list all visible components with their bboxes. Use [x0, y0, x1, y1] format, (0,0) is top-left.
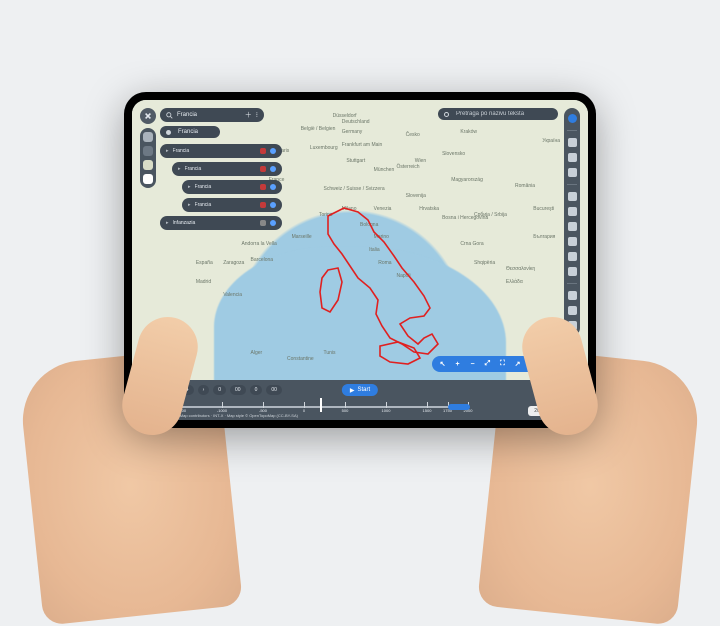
timeline-selected-range[interactable] [448, 404, 471, 410]
search-more-icon[interactable]: ⁝ [256, 111, 258, 119]
basemap-option-3[interactable] [143, 160, 153, 170]
marker-icon[interactable] [568, 237, 577, 246]
plus-icon[interactable] [568, 138, 577, 147]
play-label: Start [357, 387, 370, 393]
app-screen: DeutschlandGermanyBelgië / BelgienLuxemb… [132, 100, 588, 420]
plus-icon[interactable]: + [453, 360, 462, 369]
pencil-icon[interactable] [568, 168, 577, 177]
timeline-tick-label: 1500 [423, 408, 432, 413]
layer-name: Francia [173, 148, 256, 154]
right-tool-rail [564, 108, 580, 336]
shape-icon[interactable] [568, 207, 577, 216]
play-icon: ▶ [350, 387, 355, 394]
layer-row[interactable]: ▸ Francia [160, 144, 282, 158]
timeline-tick-label: 0 [303, 408, 305, 413]
text-icon[interactable] [568, 222, 577, 231]
search-filter-chip[interactable]: Francia [160, 126, 220, 138]
chevron-right-icon: ▸ [178, 166, 181, 172]
download-icon[interactable] [568, 291, 577, 300]
left-mini-toolbar [140, 128, 156, 188]
separator [567, 184, 577, 185]
basemap-option-1[interactable] [143, 132, 153, 142]
search-text-input[interactable]: Pretraga po nazivu teksta [438, 108, 558, 120]
cursor-icon[interactable]: ↖ [438, 360, 447, 369]
timeline-chip[interactable]: 00 [266, 385, 282, 395]
layer-panel: ▸ Francia ▸ Francia ▸ Francia ▸ Francia ▸ Infanza… [160, 144, 282, 230]
layer-name: Francia [195, 184, 256, 190]
timeline-scale[interactable]: -2000-1500-1000-50005001000150017502000 [140, 400, 468, 414]
settings-icon[interactable] [568, 267, 577, 276]
layer-color-swatch [260, 202, 266, 208]
layers-icon[interactable] [568, 153, 577, 162]
layer-row[interactable]: ▸ Francia [182, 198, 282, 212]
layer-visibility-toggle[interactable] [270, 184, 276, 190]
chevron-right-icon: ▸ [166, 220, 169, 226]
layer-color-swatch [260, 220, 266, 226]
search-input[interactable]: Francia ＋ ⁝ [160, 108, 264, 122]
share-icon[interactable]: ↗ [513, 360, 522, 369]
layer-visibility-toggle[interactable] [270, 202, 276, 208]
timeline-chip[interactable]: 0 [213, 385, 226, 395]
search-value: Francia [177, 112, 197, 118]
basemap-option-4[interactable] [143, 174, 153, 184]
link-icon[interactable] [568, 252, 577, 261]
chevron-right-icon: ▸ [166, 148, 169, 154]
globe-icon [166, 130, 171, 135]
layer-color-swatch [260, 184, 266, 190]
timeline-chip[interactable]: 0 [250, 385, 263, 395]
chevron-right-icon: ▸ [188, 202, 191, 208]
layer-visibility-toggle[interactable] [270, 148, 276, 154]
chevron-right-icon: ▸ [188, 184, 191, 190]
timeline-tick-label: 1000 [382, 408, 391, 413]
filter-chip-label: Francia [178, 129, 198, 135]
search-icon [166, 112, 173, 119]
user-icon[interactable] [568, 114, 577, 123]
fullscreen-icon[interactable]: ⛶ [498, 360, 507, 369]
layer-name: Francia [185, 166, 256, 172]
timeline-chip[interactable]: › [198, 385, 210, 395]
basemap-option-2[interactable] [143, 146, 153, 156]
search-text-placeholder: Pretraga po nazivu teksta [456, 111, 524, 117]
layer-name: Infanzazia [173, 220, 256, 226]
layer-row[interactable]: ▸ Francia [182, 180, 282, 194]
close-panel-button[interactable] [140, 108, 156, 124]
fit-icon[interactable]: ⤢ [483, 360, 492, 369]
layer-color-swatch [260, 148, 266, 154]
timeline-panel: ‹12024›000000 ▶ Start -2000-1500-1000-50… [132, 380, 588, 420]
timeline-play-button[interactable]: ▶ Start [342, 384, 378, 396]
separator [567, 283, 577, 284]
layer-visibility-toggle[interactable] [270, 166, 276, 172]
layer-row[interactable]: ▸ Infanzazia [160, 216, 282, 230]
layer-visibility-toggle[interactable] [270, 220, 276, 226]
timeline-cursor[interactable] [320, 398, 322, 412]
timeline-chip[interactable]: 00 [230, 385, 246, 395]
tablet-frame: DeutschlandGermanyBelgië / BelgienLuxemb… [124, 92, 596, 428]
grid-icon[interactable] [568, 306, 577, 315]
layer-color-swatch [260, 166, 266, 172]
target-icon [444, 112, 449, 117]
timeline-tick-label: 500 [342, 408, 349, 413]
layer-row[interactable]: ▸ Francia [172, 162, 282, 176]
separator [567, 130, 577, 131]
minus-icon[interactable]: − [468, 360, 477, 369]
ruler-icon[interactable] [568, 192, 577, 201]
search-plus-icon[interactable]: ＋ [245, 110, 252, 120]
layer-name: Francia [195, 202, 256, 208]
